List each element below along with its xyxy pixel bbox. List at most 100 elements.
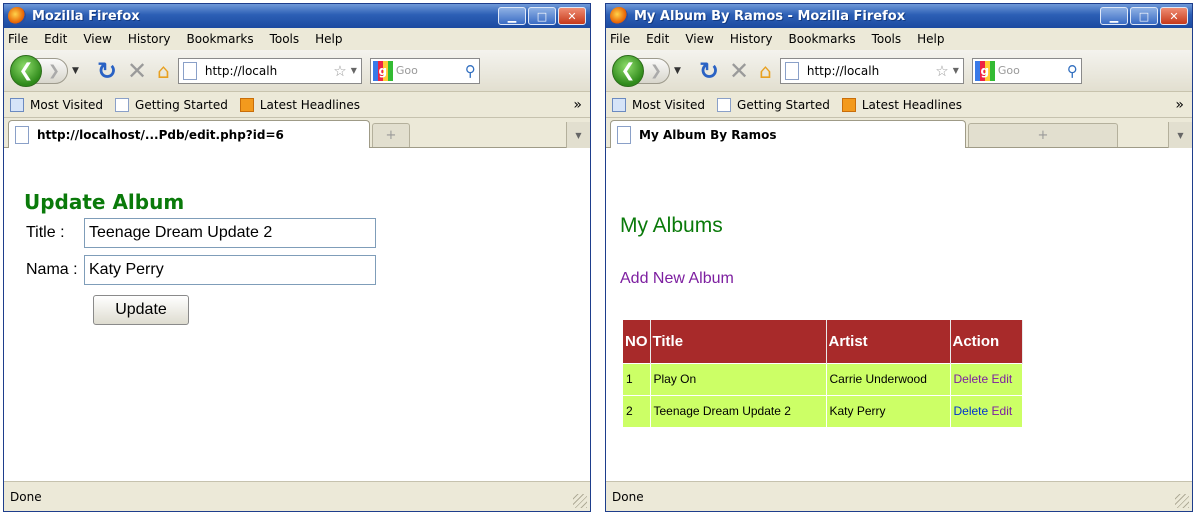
update-button[interactable]: Update xyxy=(93,295,189,325)
tab-active[interactable]: http://localhost/...Pdb/edit.php?id=6 xyxy=(8,120,370,148)
tab-active[interactable]: My Album By Ramos xyxy=(610,120,966,148)
left-browser-window: Mozilla Firefox ▁ □ ✕ File Edit View His… xyxy=(3,3,591,512)
search-placeholder: Goo xyxy=(997,64,1020,77)
bookmarks-toolbar: Most Visited Getting Started Latest Head… xyxy=(606,92,1192,118)
bookmark-label: Most Visited xyxy=(30,97,104,112)
bookmark-label: Getting Started xyxy=(135,97,228,112)
new-tab-button[interactable]: + xyxy=(968,123,1118,147)
edit-link[interactable]: Edit xyxy=(992,372,1013,386)
search-box[interactable]: g Goo ⚲ xyxy=(369,57,480,84)
search-box[interactable]: g Goo ⚲ xyxy=(971,57,1082,84)
maximize-button[interactable]: □ xyxy=(1130,7,1158,25)
delete-link[interactable]: Delete xyxy=(954,372,989,386)
rss-icon xyxy=(841,97,856,112)
resize-grip-icon[interactable] xyxy=(1175,494,1189,508)
tab-list-dropdown-icon[interactable]: ▼ xyxy=(1168,122,1192,148)
url-bar[interactable]: http://localh ☆ ▼ xyxy=(779,57,964,84)
cell-artist: Carrie Underwood xyxy=(826,362,951,395)
rss-icon xyxy=(239,97,254,112)
page-heading: My Albums xyxy=(620,214,723,237)
nama-label: Nama : xyxy=(26,261,78,278)
title-label: Title : xyxy=(26,224,65,241)
home-icon[interactable]: ⌂ xyxy=(157,59,170,83)
menu-bookmarks[interactable]: Bookmarks xyxy=(789,32,856,46)
title-input[interactable] xyxy=(84,218,376,248)
more-bookmarks-chevron-icon[interactable]: » xyxy=(1175,97,1184,113)
bookmark-star-icon[interactable]: ☆ xyxy=(935,62,948,80)
history-dropdown-icon[interactable]: ▼ xyxy=(72,66,79,76)
tab-list-dropdown-icon[interactable]: ▼ xyxy=(566,122,590,148)
nama-row: Nama : xyxy=(26,255,376,285)
url-dropdown-icon[interactable]: ▼ xyxy=(351,66,357,75)
close-button[interactable]: ✕ xyxy=(1160,7,1188,25)
title-bar: My Album By Ramos - Mozilla Firefox ▁ □ … xyxy=(606,4,1192,28)
back-button[interactable]: ❮ xyxy=(612,54,644,87)
bookmarks-toolbar: Most Visited Getting Started Latest Head… xyxy=(4,92,590,118)
nama-input[interactable] xyxy=(84,255,376,285)
reload-icon[interactable]: ↻ xyxy=(97,57,117,85)
bookmark-label: Latest Headlines xyxy=(259,97,361,112)
google-icon[interactable]: g xyxy=(974,60,995,81)
url-dropdown-icon[interactable]: ▼ xyxy=(953,66,959,75)
menu-history[interactable]: History xyxy=(730,32,773,46)
navigation-toolbar: ❮ ❯ ▼ ↻ ✕ ⌂ http://localh ☆ ▼ g Goo ⚲ xyxy=(606,50,1192,92)
cell-action: Delete Edit xyxy=(950,362,1023,395)
bookmark-latest-headlines[interactable]: Latest Headlines xyxy=(841,97,962,112)
cell-no: 1 xyxy=(623,362,651,395)
menu-tools[interactable]: Tools xyxy=(270,32,300,46)
minimize-button[interactable]: ▁ xyxy=(1100,7,1128,25)
resize-grip-icon[interactable] xyxy=(573,494,587,508)
table-row: 1 Play On Carrie Underwood Delete Edit xyxy=(623,362,1023,395)
page-heading: Update Album xyxy=(24,190,185,214)
bookmark-getting-started[interactable]: Getting Started xyxy=(717,97,830,112)
history-dropdown-icon[interactable]: ▼ xyxy=(674,66,681,76)
bookmark-most-visited[interactable]: Most Visited xyxy=(612,97,705,112)
menu-edit[interactable]: Edit xyxy=(44,32,67,46)
menu-view[interactable]: View xyxy=(685,32,713,46)
home-icon[interactable]: ⌂ xyxy=(759,59,772,83)
menu-file[interactable]: File xyxy=(8,32,28,46)
menu-edit[interactable]: Edit xyxy=(646,32,669,46)
stop-icon[interactable]: ✕ xyxy=(127,57,147,85)
menu-help[interactable]: Help xyxy=(917,32,944,46)
bookmark-latest-headlines[interactable]: Latest Headlines xyxy=(239,97,361,112)
menu-help[interactable]: Help xyxy=(315,32,342,46)
status-bar: Done xyxy=(4,481,590,511)
menu-bar: File Edit View History Bookmarks Tools H… xyxy=(606,28,1192,50)
close-button[interactable]: ✕ xyxy=(558,7,586,25)
page-icon xyxy=(617,125,631,144)
minimize-button[interactable]: ▁ xyxy=(498,7,526,25)
cell-artist: Katy Perry xyxy=(826,394,951,427)
stop-icon[interactable]: ✕ xyxy=(729,57,749,85)
cell-no: 2 xyxy=(623,394,651,427)
reload-icon[interactable]: ↻ xyxy=(699,57,719,85)
cell-action: Delete Edit xyxy=(950,394,1023,427)
add-new-album-link[interactable]: Add New Album xyxy=(620,270,734,288)
bookmark-getting-started[interactable]: Getting Started xyxy=(115,97,228,112)
url-text: http://localh xyxy=(204,63,278,78)
edit-link[interactable]: Edit xyxy=(992,404,1013,418)
new-tab-button[interactable]: + xyxy=(372,123,410,147)
menu-bookmarks[interactable]: Bookmarks xyxy=(187,32,254,46)
url-bar[interactable]: http://localh ☆ ▼ xyxy=(177,57,362,84)
cell-title: Teenage Dream Update 2 xyxy=(650,394,827,427)
back-button[interactable]: ❮ xyxy=(10,54,42,87)
tab-bar: http://localhost/...Pdb/edit.php?id=6 + … xyxy=(4,118,590,148)
search-icon[interactable]: ⚲ xyxy=(1067,62,1078,80)
delete-link[interactable]: Delete xyxy=(954,404,989,418)
maximize-button[interactable]: □ xyxy=(528,7,556,25)
bookmark-star-icon[interactable]: ☆ xyxy=(333,62,346,80)
search-icon[interactable]: ⚲ xyxy=(465,62,476,80)
google-icon[interactable]: g xyxy=(372,60,393,81)
status-bar: Done xyxy=(606,481,1192,511)
page-icon xyxy=(717,97,732,112)
menu-file[interactable]: File xyxy=(610,32,630,46)
more-bookmarks-chevron-icon[interactable]: » xyxy=(573,97,582,113)
menu-history[interactable]: History xyxy=(128,32,171,46)
menu-view[interactable]: View xyxy=(83,32,111,46)
firefox-logo-icon xyxy=(610,7,628,25)
page-content: My Albums Add New Album NO Title Artist … xyxy=(606,178,1192,481)
menu-tools[interactable]: Tools xyxy=(872,32,902,46)
tab-bar: My Album By Ramos + ▼ xyxy=(606,118,1192,148)
bookmark-most-visited[interactable]: Most Visited xyxy=(10,97,104,112)
